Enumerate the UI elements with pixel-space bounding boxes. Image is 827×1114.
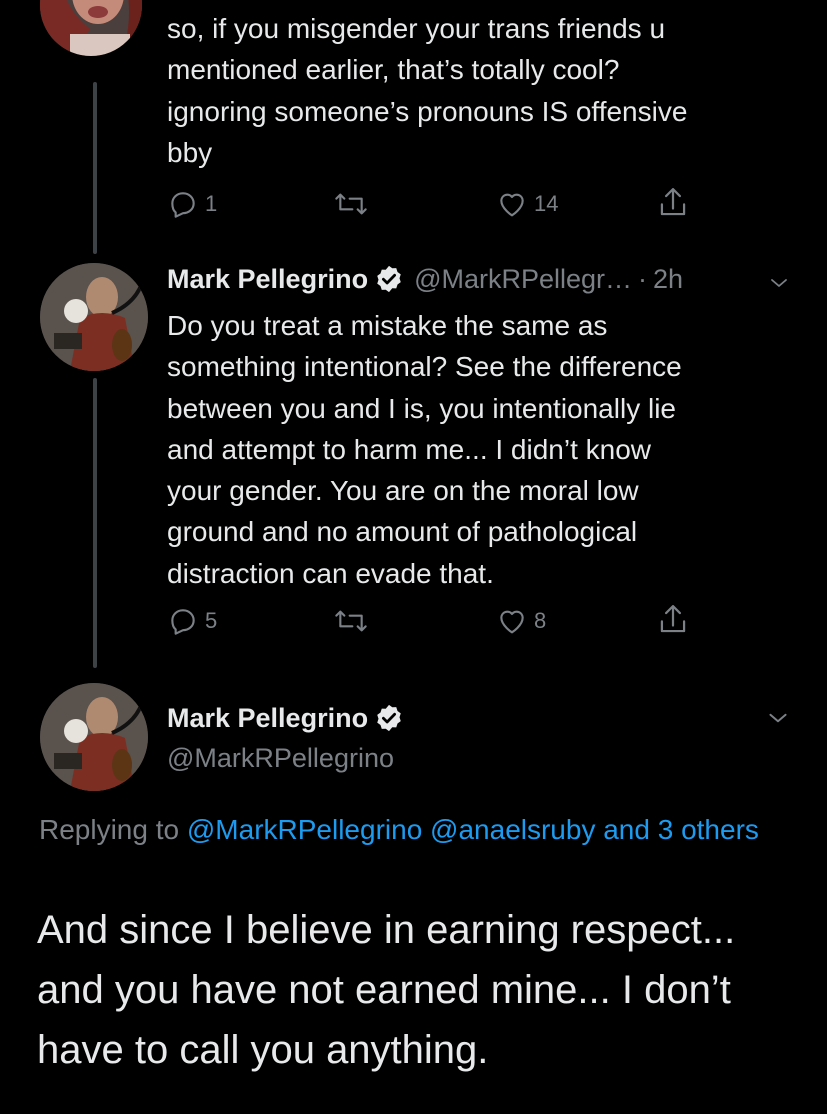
retweet-icon (335, 193, 367, 215)
handle[interactable]: @MarkRPellegrino (167, 741, 394, 775)
share-icon (660, 605, 686, 633)
like-count: 8 (534, 608, 547, 633)
display-name[interactable]: Mark Pellegrino (167, 701, 368, 735)
timestamp[interactable]: 2h (653, 262, 683, 296)
others-link[interactable]: and 3 others (603, 814, 759, 845)
like-icon (500, 610, 524, 634)
mention-link[interactable]: @anaelsruby (430, 814, 595, 845)
reply-button[interactable]: 5 (167, 605, 217, 637)
thread-line (93, 82, 97, 254)
reply-icon (171, 192, 195, 218)
tweet-text: Do you treat a mistake the same as somet… (167, 310, 682, 589)
share-button[interactable] (656, 602, 690, 638)
replying-to: Replying to @MarkRPellegrino @anaelsruby… (39, 807, 799, 853)
avatar[interactable] (40, 263, 148, 371)
avatar-image (40, 683, 148, 791)
avatar-image (40, 263, 148, 371)
handle[interactable]: @MarkRPellegr… (414, 262, 632, 296)
reply-count: 5 (205, 608, 218, 633)
like-icon (500, 193, 524, 217)
avatar[interactable] (40, 683, 148, 791)
share-button[interactable] (656, 185, 690, 221)
tweet-header: Mark Pellegrino @MarkRPellegr… · 2h (167, 262, 683, 296)
retweet-icon (335, 610, 367, 632)
reply-count: 1 (205, 191, 218, 216)
tweet-text: so, if you misgender your trans friends … (167, 13, 688, 168)
like-button[interactable]: 8 (496, 605, 546, 637)
reply-icon (171, 609, 195, 635)
avatar[interactable] (40, 0, 142, 56)
chevron-down-icon[interactable] (767, 271, 791, 295)
tweet-header: Mark Pellegrino (167, 701, 414, 735)
main-tweet-text: And since I believe in earning respect..… (37, 908, 736, 1072)
display-name[interactable]: Mark Pellegrino (167, 262, 368, 296)
separator: · (638, 264, 648, 294)
retweet-button[interactable] (333, 605, 369, 637)
reply-button[interactable]: 1 (167, 188, 217, 220)
like-button[interactable]: 14 (496, 188, 558, 220)
mention-link[interactable]: @MarkRPellegrino (187, 814, 422, 845)
replying-prefix: Replying to (39, 814, 180, 845)
avatar-image (40, 0, 142, 56)
retweet-button[interactable] (333, 188, 369, 220)
like-count: 14 (534, 191, 559, 216)
chevron-down-icon[interactable] (765, 705, 791, 731)
share-icon (660, 188, 686, 216)
verified-icon (377, 265, 401, 293)
thread-line (93, 378, 97, 668)
verified-icon (377, 704, 401, 732)
